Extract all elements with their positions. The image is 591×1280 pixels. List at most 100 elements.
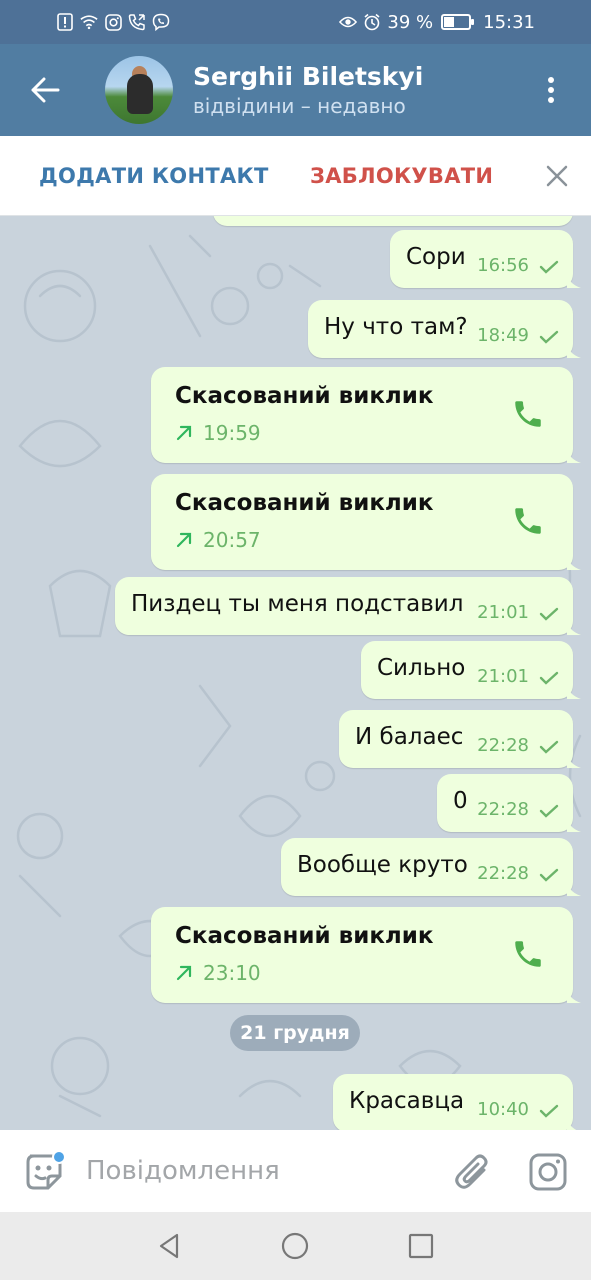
status-bar: 39 % 15:31 bbox=[0, 0, 591, 44]
back-button[interactable] bbox=[0, 44, 90, 136]
wifi-icon bbox=[80, 13, 98, 31]
triangle-back-icon bbox=[159, 1233, 179, 1259]
message-bubble-partial[interactable] bbox=[213, 216, 573, 226]
message-bubble[interactable]: Вообще круто 22:28 bbox=[281, 838, 581, 896]
camera-icon bbox=[529, 1153, 567, 1191]
bubble-tail bbox=[567, 685, 581, 699]
message-input[interactable]: Повідомлення bbox=[86, 1156, 280, 1186]
bubble-tail bbox=[567, 621, 581, 635]
call-message-bubble[interactable]: Скасований виклик 23:10 bbox=[151, 907, 581, 1003]
message-list[interactable]: Сори 16:56 Ну что там? 18:49 Скасований викл… bbox=[0, 216, 591, 1130]
message-bubble[interactable]: И балаес 22:28 bbox=[339, 710, 581, 768]
phone-call-icon[interactable] bbox=[511, 397, 545, 431]
read-check-icon bbox=[539, 260, 559, 274]
avatar[interactable] bbox=[105, 56, 173, 124]
battery-icon bbox=[441, 14, 475, 30]
attach-button[interactable] bbox=[454, 1152, 492, 1192]
eye-icon bbox=[339, 13, 358, 31]
contact-action-bar: ДОДАТИ КОНТАКТ ЗАБЛОКУВАТИ bbox=[0, 136, 591, 216]
message-text: И балаес bbox=[355, 724, 464, 750]
close-action-bar-button[interactable] bbox=[541, 160, 573, 192]
nav-back-button[interactable] bbox=[155, 1232, 183, 1260]
phone-call-icon[interactable] bbox=[511, 504, 545, 538]
call-time: 19:59 bbox=[203, 421, 261, 445]
read-check-icon bbox=[539, 868, 559, 882]
block-button[interactable]: ЗАБЛОКУВАТИ bbox=[310, 164, 493, 188]
call-meta: 19:59 bbox=[175, 421, 261, 445]
more-menu-button[interactable] bbox=[511, 44, 591, 136]
instagram-icon bbox=[104, 13, 122, 31]
battery-percent: 39 % bbox=[387, 11, 434, 33]
message-bubble[interactable]: Красавца 10:40 bbox=[333, 1074, 577, 1130]
chat-header: Serghii Biletskyi відвідини – недавно bbox=[0, 44, 591, 136]
read-check-icon bbox=[539, 804, 559, 818]
read-check-icon bbox=[539, 330, 559, 344]
call-title: Скасований виклик bbox=[175, 383, 434, 409]
call-time: 20:57 bbox=[203, 528, 261, 552]
last-seen-status: відвідини – недавно bbox=[193, 94, 406, 118]
outgoing-arrow-icon bbox=[176, 965, 192, 981]
bubble-tail bbox=[567, 882, 581, 896]
read-check-icon bbox=[539, 1104, 559, 1118]
message-text: 0 bbox=[453, 788, 468, 814]
contact-name: Serghii Biletskyi bbox=[193, 62, 424, 91]
bubble-tail bbox=[567, 989, 581, 1003]
date-divider: 21 грудня bbox=[230, 1015, 360, 1051]
call-title: Скасований виклик bbox=[175, 923, 434, 949]
message-text: Красавца bbox=[349, 1088, 465, 1114]
call-message-bubble[interactable]: Скасований виклик 20:57 bbox=[151, 474, 581, 570]
bubble-tail bbox=[567, 754, 581, 768]
nav-recents-button[interactable] bbox=[407, 1232, 435, 1260]
message-time: 21:01 bbox=[477, 602, 529, 623]
bubble-tail bbox=[567, 274, 581, 288]
message-bubble[interactable]: Пиздец ты меня подставил 21:01 bbox=[115, 577, 581, 635]
message-text: Сильно bbox=[377, 655, 466, 681]
camera-button[interactable] bbox=[528, 1152, 568, 1192]
message-bubble[interactable]: Сильно 21:01 bbox=[361, 641, 581, 699]
outgoing-arrow-icon bbox=[176, 425, 192, 441]
call-title: Скасований виклик bbox=[175, 490, 434, 516]
arrow-left-icon bbox=[31, 77, 60, 103]
circle-home-icon bbox=[281, 1232, 309, 1260]
message-input-bar: Повідомлення bbox=[0, 1130, 591, 1212]
message-text: Сори bbox=[406, 244, 466, 270]
viber-icon bbox=[152, 13, 170, 31]
paperclip-icon bbox=[455, 1154, 488, 1189]
read-check-icon bbox=[539, 671, 559, 685]
chat-title-block[interactable]: Serghii Biletskyi відвідини – недавно bbox=[193, 61, 511, 119]
message-time: 16:56 bbox=[477, 255, 529, 276]
read-check-icon bbox=[539, 740, 559, 754]
message-time: 18:49 bbox=[477, 325, 529, 346]
bubble-tail bbox=[567, 556, 581, 570]
bubble-tail bbox=[567, 449, 581, 463]
square-recents-icon bbox=[408, 1233, 434, 1259]
close-icon bbox=[546, 165, 568, 187]
nav-home-button[interactable] bbox=[281, 1232, 309, 1260]
read-check-icon bbox=[539, 607, 559, 621]
notification-dot bbox=[52, 1150, 66, 1164]
message-time: 21:01 bbox=[477, 666, 529, 687]
message-bubble[interactable]: Сори 16:56 bbox=[390, 230, 581, 288]
clock: 15:31 bbox=[483, 11, 535, 33]
call-meta: 20:57 bbox=[175, 528, 261, 552]
message-text: Пиздец ты меня подставил bbox=[131, 591, 464, 617]
message-bubble[interactable]: 0 22:28 bbox=[437, 774, 581, 832]
add-contact-button[interactable]: ДОДАТИ КОНТАКТ bbox=[39, 164, 269, 188]
system-nav-bar bbox=[0, 1212, 591, 1280]
message-text: Вообще круто bbox=[297, 852, 468, 878]
message-time: 22:28 bbox=[477, 799, 529, 820]
message-time: 10:40 bbox=[477, 1099, 529, 1120]
call-icon bbox=[128, 13, 146, 31]
message-text: Ну что там? bbox=[324, 314, 468, 340]
message-bubble[interactable]: Ну что там? 18:49 bbox=[308, 300, 581, 358]
status-icons-left bbox=[56, 13, 170, 31]
call-time: 23:10 bbox=[203, 961, 261, 985]
alert-icon bbox=[56, 13, 74, 31]
call-message-bubble[interactable]: Скасований виклик 19:59 bbox=[151, 367, 581, 463]
status-icons-right: 39 % 15:31 bbox=[339, 12, 535, 33]
bubble-tail bbox=[567, 1118, 577, 1130]
alarm-icon bbox=[363, 13, 381, 31]
more-vertical-icon bbox=[548, 77, 554, 103]
message-time: 22:28 bbox=[477, 735, 529, 756]
phone-call-icon[interactable] bbox=[511, 937, 545, 971]
